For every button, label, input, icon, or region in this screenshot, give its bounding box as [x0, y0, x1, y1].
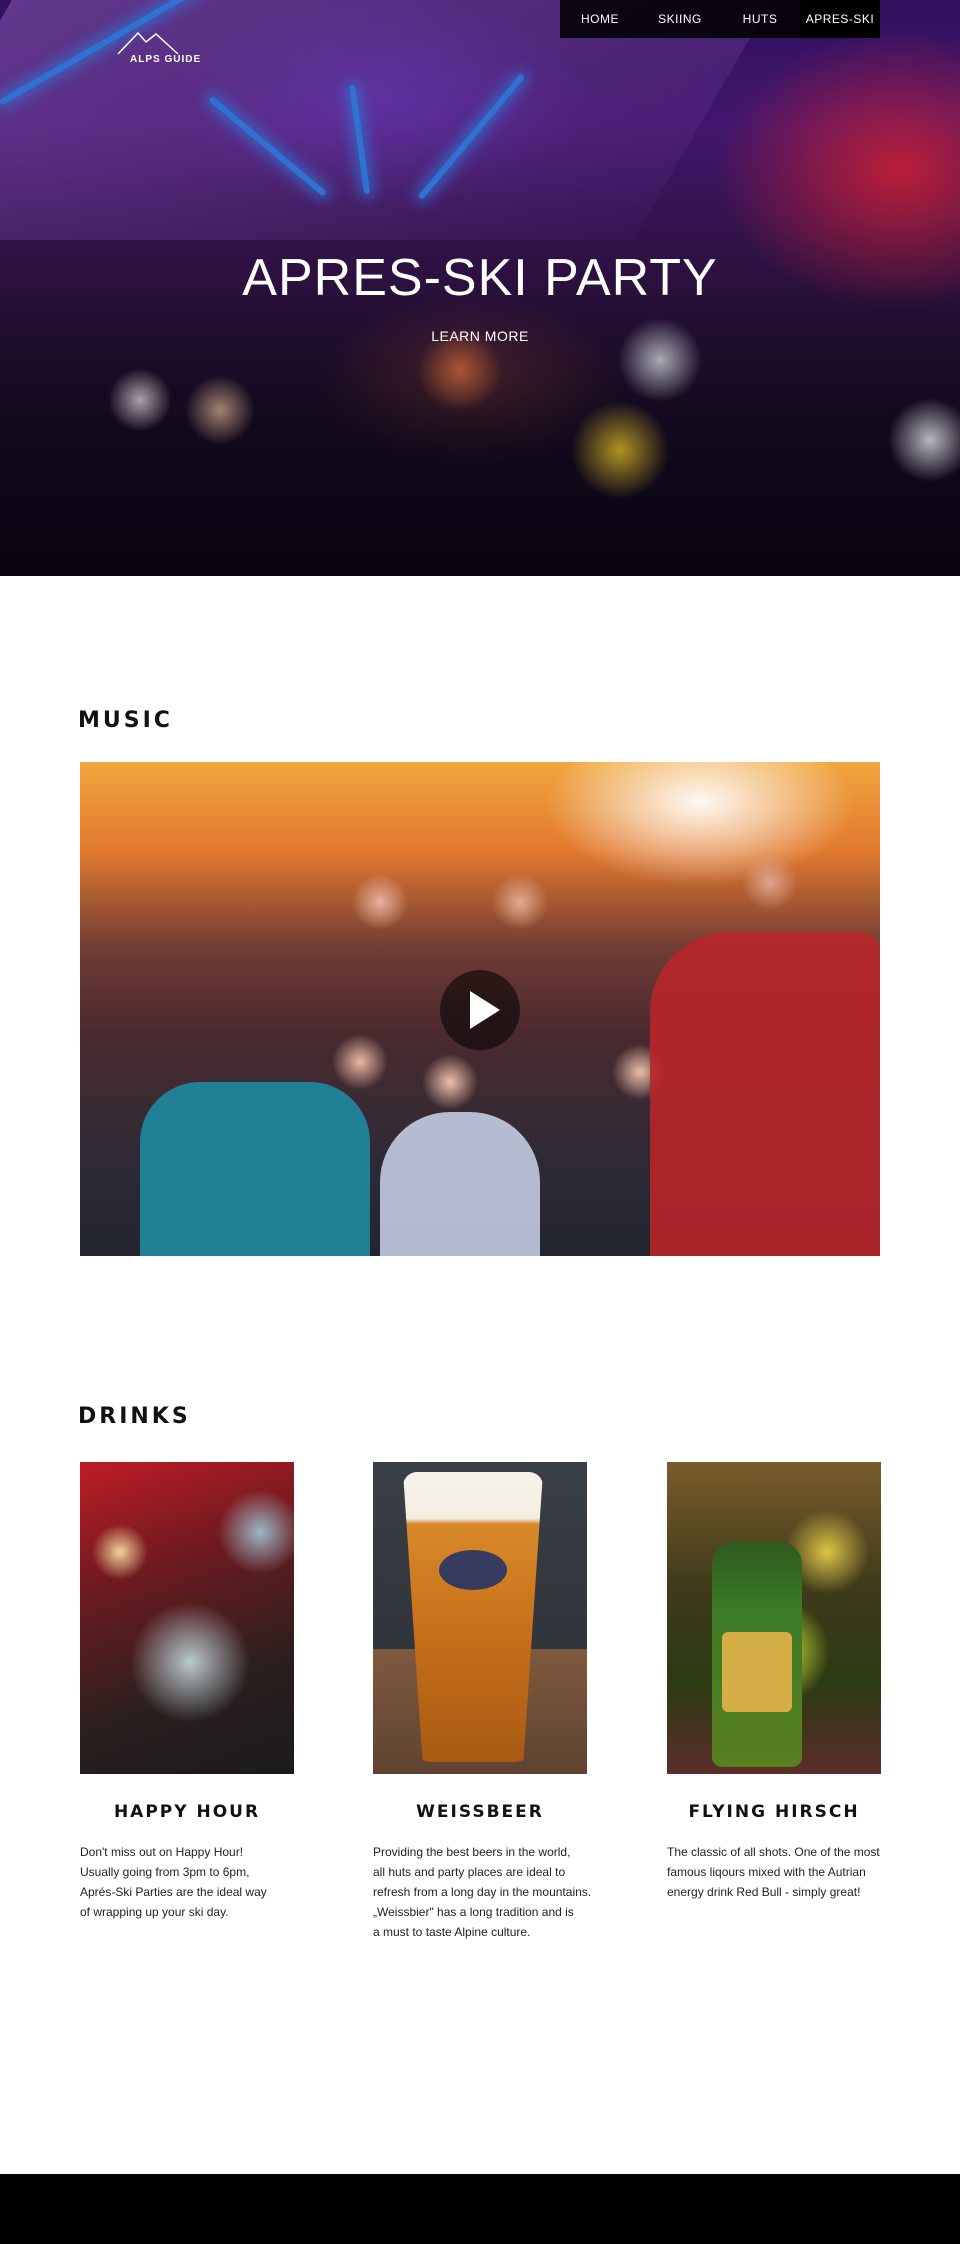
- drink-description-line: Aprés-Ski Parties are the ideal way: [80, 1885, 267, 1899]
- hero: ALPS GUIDE HOME SKIING HUTS APRES-SKI AP…: [0, 0, 960, 576]
- drink-title: FLYING HIRSCH: [688, 1802, 860, 1822]
- drink-description-line: Don't miss out on Happy Hour!: [80, 1845, 244, 1859]
- drink-description: Providing the best beers in the world, a…: [373, 1842, 613, 1942]
- drink-description-line: famous liqours mixed with the Autrian: [667, 1865, 866, 1879]
- drink-description-line: a must to taste Alpine culture.: [373, 1925, 531, 1939]
- drink-description: The classic of all shots. One of the mos…: [667, 1842, 907, 1902]
- drinks-section-title: DRINKS: [78, 1404, 191, 1429]
- mountain-icon: [117, 31, 179, 55]
- footer: [0, 2174, 960, 2244]
- beer-glass-shape: [403, 1472, 543, 1762]
- drink-description-line: energy drink Red Bull - simply great!: [667, 1885, 861, 1899]
- drink-description-line: refresh from a long day in the mountains…: [373, 1885, 592, 1899]
- video-scene-shape: [380, 1112, 540, 1256]
- music-video[interactable]: [80, 762, 880, 1256]
- nav-item-skiing[interactable]: SKIING: [640, 0, 720, 38]
- drink-description-line: all huts and party places are ideal to: [373, 1865, 566, 1879]
- hero-title: APRES-SKI PARTY: [242, 249, 718, 307]
- nav-item-apres-ski[interactable]: APRES-SKI: [800, 0, 880, 38]
- drink-description-line: „Weissbier" has a long tradition and is: [373, 1905, 574, 1919]
- drink-description-line: The classic of all shots. One of the mos…: [667, 1845, 880, 1859]
- logo[interactable]: ALPS GUIDE: [116, 30, 216, 70]
- bottle-label-shape: [722, 1632, 792, 1712]
- main-nav: HOME SKIING HUTS APRES-SKI: [560, 0, 880, 38]
- drink-description-line: Usually going from 3pm to 6pm,: [80, 1865, 250, 1879]
- video-scene-shape: [650, 932, 880, 1256]
- video-scene-shape: [140, 1082, 370, 1256]
- happy-hour-image: [80, 1462, 294, 1774]
- logo-text: ALPS GUIDE: [130, 54, 202, 65]
- nav-item-huts[interactable]: HUTS: [720, 0, 800, 38]
- drink-description-line: of wrapping up your ski day.: [80, 1905, 229, 1919]
- music-section-title: MUSIC: [78, 708, 173, 733]
- learn-more-link[interactable]: LEARN MORE: [400, 328, 560, 344]
- drink-description: Don't miss out on Happy Hour! Usually go…: [80, 1842, 320, 1922]
- nav-item-home[interactable]: HOME: [560, 0, 640, 38]
- drink-title: HAPPY HOUR: [113, 1802, 261, 1822]
- weissbeer-image: [373, 1462, 587, 1774]
- flying-hirsch-image: [667, 1462, 881, 1774]
- drink-description-line: Providing the best beers in the world,: [373, 1845, 571, 1859]
- beer-logo-shape: [439, 1550, 507, 1590]
- play-icon[interactable]: [440, 970, 520, 1050]
- drink-title: WEISSBEER: [416, 1802, 544, 1822]
